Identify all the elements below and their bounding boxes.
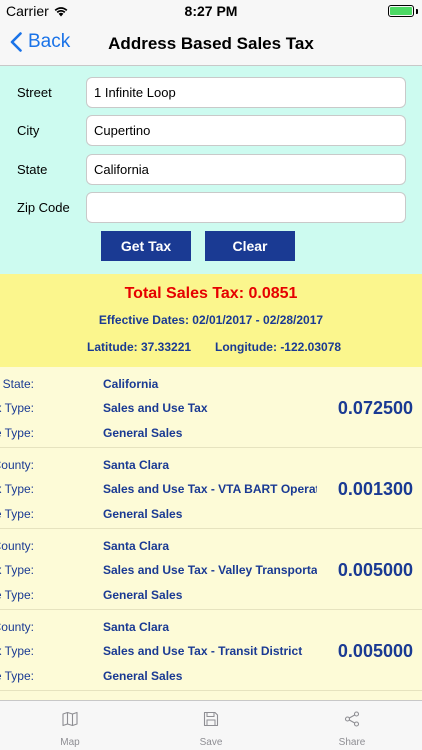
- battery-icon: [388, 5, 414, 17]
- total-sales-tax: Total Sales Tax: 0.0851: [124, 285, 298, 302]
- tax-details-list[interactable]: State: California Tax Type: Sales and Us…: [0, 367, 422, 700]
- street-row: Street: [0, 77, 422, 109]
- tab-map[interactable]: Map: [0, 701, 140, 750]
- street-input[interactable]: [86, 77, 406, 108]
- tax-type-value: Sales and Use Tax: [103, 401, 208, 415]
- tax-summary: Total Sales Tax: 0.0851 Effective Dates:…: [0, 274, 422, 367]
- city-row: City: [0, 115, 422, 147]
- battery-tip: [416, 9, 418, 14]
- zip-row: Zip Code: [0, 192, 422, 224]
- rate-type-key: Rate Type:: [0, 669, 34, 683]
- jurisdiction-value: Santa Clara: [103, 620, 170, 634]
- rate-type-value: General Sales: [103, 507, 183, 521]
- tax-type-key: Tax Type:: [0, 401, 34, 415]
- tab-share-label: Share: [338, 737, 366, 748]
- jurisdiction-key: County:: [0, 458, 34, 472]
- city-label: City: [17, 123, 40, 138]
- map-icon: [62, 711, 78, 727]
- effective-dates: Effective Dates: 02/01/2017 - 02/28/2017: [98, 313, 324, 327]
- tax-type-key: Tax Type:: [0, 563, 34, 577]
- rate-type-line: Rate Type: General Sales: [0, 507, 340, 523]
- tax-rate: 0.001300: [337, 479, 413, 499]
- tax-type-value: Sales and Use Tax - Valley Transportatio…: [103, 563, 317, 577]
- rate-type-line: Rate Type: General Sales: [0, 669, 340, 685]
- address-form: Street City State Zip Code Get Tax Clear: [0, 66, 422, 274]
- tax-type-key: Tax Type:: [0, 482, 34, 496]
- tax-type-line: Tax Type: Sales and Use Tax: [0, 401, 340, 417]
- tax-type-value: Sales and Use Tax - Transit District: [103, 644, 303, 658]
- tax-rate: 0.072500: [337, 398, 413, 418]
- street-label: Street: [17, 85, 52, 100]
- state-label: State: [17, 162, 48, 177]
- city-input[interactable]: [86, 115, 406, 146]
- status-bar: Carrier 8:27 PM: [0, 0, 422, 22]
- state-row: State: [0, 154, 422, 186]
- save-icon: [203, 711, 219, 727]
- rate-type-value: General Sales: [103, 669, 183, 683]
- tax-entry: County: Santa Clara Tax Type: Sales and …: [0, 448, 422, 529]
- get-tax-button[interactable]: Get Tax: [101, 231, 191, 261]
- jurisdiction-value: Santa Clara: [103, 539, 170, 553]
- zip-code-label: Zip Code: [17, 200, 70, 215]
- rate-type-line: Rate Type: General Sales: [0, 588, 340, 604]
- zip-code-input[interactable]: [86, 192, 406, 223]
- tax-type-value: Sales and Use Tax - VTA BART Operating: [103, 482, 317, 496]
- tax-type-key: Tax Type:: [0, 644, 34, 658]
- jurisdiction-line: County: Santa Clara: [0, 458, 340, 474]
- tax-entry: County: Santa Clara Tax Type: Sales and …: [0, 610, 422, 691]
- jurisdiction-line: County: Santa Clara: [0, 620, 340, 636]
- tax-rate: 0.005000: [337, 560, 413, 580]
- rate-type-value: General Sales: [103, 426, 183, 440]
- latitude: Latitude: 37.33221: [87, 340, 192, 354]
- jurisdiction-key: County:: [0, 539, 34, 553]
- clear-button[interactable]: Clear: [205, 231, 295, 261]
- tab-save[interactable]: Save: [141, 701, 281, 750]
- tab-share[interactable]: Share: [282, 701, 422, 750]
- status-time: 8:27 PM: [184, 3, 238, 19]
- jurisdiction-key: County:: [0, 620, 34, 634]
- jurisdiction-value: Santa Clara: [103, 458, 170, 472]
- rate-type-value: General Sales: [103, 588, 183, 602]
- tax-entry: County: Santa Clara Tax Type: Sales and …: [0, 529, 422, 610]
- tab-save-label: Save: [199, 737, 223, 748]
- tax-type-line: Tax Type: Sales and Use Tax - Transit Di…: [0, 644, 340, 660]
- rate-type-line: Rate Type: General Sales: [0, 426, 340, 442]
- rate-type-key: Rate Type:: [0, 588, 34, 602]
- tab-map-label: Map: [60, 737, 80, 748]
- jurisdiction-line: County: Santa Clara: [0, 539, 340, 555]
- state-input[interactable]: [86, 154, 406, 185]
- longitude: Longitude: -122.03078: [215, 340, 342, 354]
- jurisdiction-key: State:: [2, 377, 34, 391]
- tax-rate: 0.005000: [337, 641, 413, 661]
- battery-level-fill: [390, 7, 412, 15]
- tax-type-line: Tax Type: Sales and Use Tax - Valley Tra…: [0, 563, 340, 579]
- share-icon: [344, 711, 360, 727]
- navigation-bar: Back Address Based Sales Tax: [0, 22, 422, 66]
- jurisdiction-value: California: [103, 377, 159, 391]
- page-title: Address Based Sales Tax: [108, 34, 314, 53]
- rate-type-key: Rate Type:: [0, 507, 34, 521]
- tax-entry: State: California Tax Type: Sales and Us…: [0, 367, 422, 448]
- tax-type-line: Tax Type: Sales and Use Tax - VTA BART O…: [0, 482, 340, 498]
- tab-bar: Map Save Share: [0, 700, 422, 750]
- rate-type-key: Rate Type:: [0, 426, 34, 440]
- jurisdiction-line: State: California: [0, 377, 340, 393]
